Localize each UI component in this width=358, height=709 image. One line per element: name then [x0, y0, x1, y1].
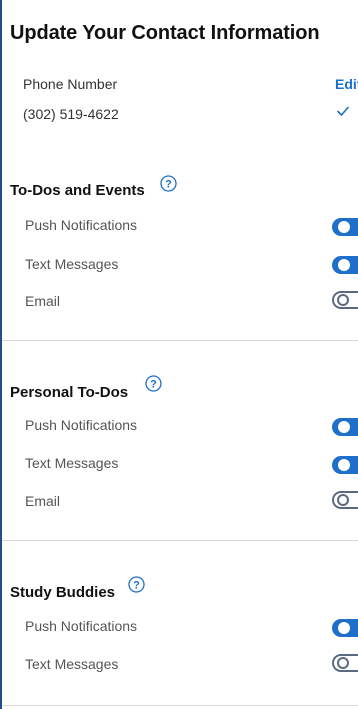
svg-text:?: ?: [150, 378, 157, 390]
toggle-knob: [338, 459, 350, 471]
page-title: Update Your Contact Information: [10, 22, 320, 44]
row-label-push-notifications: Push Notifications: [25, 217, 138, 233]
toggle-personal-todos-email[interactable]: [332, 491, 358, 509]
toggle-knob: [337, 657, 349, 669]
svg-text:?: ?: [133, 579, 140, 591]
toggle-knob: [338, 622, 350, 634]
phone-number-label: Phone Number: [23, 76, 118, 92]
row-label-text-messages: Text Messages: [25, 256, 119, 272]
toggle-knob: [338, 221, 350, 233]
row-label-text-messages: Text Messages: [25, 656, 119, 672]
help-icon[interactable]: ?: [160, 175, 177, 192]
check-icon: [337, 106, 349, 116]
toggle-study-buddies-text[interactable]: [332, 654, 358, 672]
toggle-personal-todos-push[interactable]: [332, 418, 358, 436]
row-label-push-notifications: Push Notifications: [25, 417, 138, 433]
section-title-personal-todos: Personal To-Dos: [10, 384, 129, 401]
section-divider: [2, 540, 358, 541]
toggle-knob: [337, 294, 349, 306]
section-title-study-buddies: Study Buddies: [10, 584, 116, 601]
help-icon[interactable]: ?: [128, 576, 145, 593]
toggle-todos-events-email[interactable]: [332, 291, 358, 309]
toggle-personal-todos-text[interactable]: [332, 456, 358, 474]
toggle-study-buddies-push[interactable]: [332, 619, 358, 637]
settings-panel: Update Your Contact Information Phone Nu…: [0, 0, 358, 709]
row-label-email: Email: [25, 493, 61, 509]
toggle-knob: [337, 494, 349, 506]
toggle-todos-events-push[interactable]: [332, 218, 358, 236]
phone-number-value: (302) 519-4622: [23, 106, 119, 122]
toggle-todos-events-text[interactable]: [332, 256, 358, 274]
row-label-push-notifications: Push Notifications: [25, 618, 138, 634]
section-title-todos-events: To-Dos and Events: [10, 182, 145, 199]
row-label-email: Email: [25, 293, 61, 309]
section-divider: [2, 705, 358, 706]
help-icon[interactable]: ?: [145, 375, 162, 392]
toggle-knob: [338, 259, 350, 271]
edit-phone-link[interactable]: Edit: [335, 76, 358, 92]
svg-text:?: ?: [165, 178, 172, 190]
section-divider: [2, 340, 358, 341]
row-label-text-messages: Text Messages: [25, 455, 119, 471]
toggle-knob: [338, 421, 350, 433]
